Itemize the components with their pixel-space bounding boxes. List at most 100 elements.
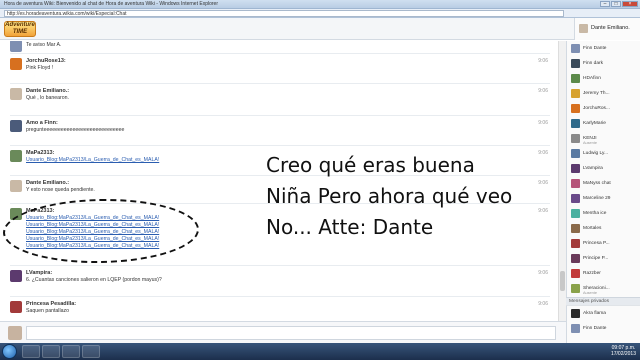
avatar — [571, 59, 580, 68]
private-user-item[interactable]: Akra flama — [571, 309, 639, 319]
avatar — [571, 74, 580, 83]
private-user-list: Akra flama Finn Dante — [566, 305, 640, 343]
user-list-item[interactable]: KarlyMarie — [571, 119, 639, 129]
avatar[interactable] — [10, 41, 22, 52]
clock-date: 17/02/2013 — [610, 351, 636, 357]
avatar — [571, 119, 580, 128]
private-user-item[interactable]: Finn Dante — [571, 324, 639, 334]
avatar[interactable] — [10, 270, 22, 282]
message-text: pregunteeeeeeeeeeeeeeeeeeeeeeeeeeee — [26, 127, 125, 133]
user-list-item[interactable]: Jeremy Th... — [571, 89, 639, 99]
url-field[interactable]: http://es.horadeaventura.wikia.com/wiki/… — [4, 10, 564, 17]
address-bar: http://es.horadeaventura.wikia.com/wiki/… — [0, 9, 640, 18]
message-author[interactable]: Dante Emiliano.: — [26, 180, 69, 186]
chat-message: Dante Emiliano.: 9:06 Qué , lo banearon. — [10, 83, 550, 102]
avatar[interactable] — [10, 120, 22, 132]
user-status: Ausente — [583, 291, 597, 295]
avatar — [579, 24, 588, 33]
user-name: Jeremy Th... — [583, 91, 610, 96]
message-link[interactable]: Usuario_Blog:MaPa2313/La_Guerra_de_Chat_… — [26, 215, 159, 221]
message-link[interactable]: Usuario_Blog:MaPa2313/La_Guerra_de_Chat_… — [26, 229, 159, 235]
user-status: Ausente — [583, 141, 597, 145]
user-name: JorchuRos... — [583, 106, 610, 111]
user-name: KarlyMarie — [583, 121, 606, 126]
message-author[interactable]: MaPa2313: — [26, 150, 54, 156]
media-player-icon[interactable] — [62, 345, 80, 358]
taskbar: 09:07 p.m. 17/02/2013 — [0, 343, 640, 360]
current-user-box[interactable]: Dante Emiliano. — [574, 18, 640, 40]
message-link[interactable]: Usuario_Blog:MaPa2313/La_Guerra_de_Chat_… — [26, 157, 159, 163]
user-list-item[interactable]: HDAfinn — [571, 74, 639, 84]
avatar — [571, 44, 580, 53]
message-timestamp: 9:06 — [538, 120, 548, 126]
folder-icon[interactable] — [42, 345, 60, 358]
caption-line: Creo qué eras buena — [266, 153, 475, 177]
avatar[interactable] — [10, 208, 22, 220]
avatar[interactable] — [10, 180, 22, 192]
window-titlebar: Hora de aventura Wiki: Bienvenido al cha… — [0, 0, 640, 9]
current-user-name: Dante Emiliano. — [591, 25, 630, 31]
user-name: Akra flama — [583, 311, 606, 316]
wiki-logo[interactable]: Adventure TIME — [4, 21, 36, 37]
browser-icon[interactable] — [82, 345, 100, 358]
user-name: Finn Dante — [583, 326, 607, 331]
caption-overlay: Creo qué eras buena Niña Pero ahora qué … — [266, 150, 596, 243]
chat-message: Amo a Finn: 9:06 pregunteeeeeeeeeeeeeeeeee… — [10, 115, 550, 134]
user-list-item[interactable]: Finn dark — [571, 59, 639, 69]
avatar — [571, 89, 580, 98]
private-messages-header: Mensajes privados — [566, 297, 640, 305]
system-clock[interactable]: 09:07 p.m. 17/02/2013 — [611, 345, 636, 357]
message-author[interactable]: MaPa2313: — [26, 208, 54, 214]
user-list-item[interactable]: Razzber — [571, 269, 639, 279]
avatar[interactable] — [10, 88, 22, 100]
user-list-item[interactable]: Finn Dante — [571, 44, 639, 54]
message-author[interactable]: Amo a Finn: — [26, 120, 58, 126]
user-name: Principe P... — [583, 256, 609, 261]
message-timestamp: 9:06 — [538, 270, 548, 276]
message-author[interactable]: Princesa Pesadilla: — [26, 301, 76, 307]
message-timestamp: 9:06 — [538, 58, 548, 64]
message-text: Pink Floyd ! — [26, 65, 54, 71]
user-list-item[interactable]: Principe P... — [571, 254, 639, 264]
message-author[interactable]: LVampira: — [26, 270, 52, 276]
message-link[interactable]: Usuario_Blog:MaPa2313/La_Guerra_de_Chat_… — [26, 243, 159, 249]
user-list-item[interactable]: Sheracioni... Ausente — [571, 284, 639, 295]
user-list-item[interactable]: JorchuRos... — [571, 104, 639, 114]
message-input[interactable] — [26, 326, 556, 340]
message-text: Y esto nose queda pendiente. — [26, 187, 95, 193]
caption-line: No... Atte: Dante — [266, 215, 434, 239]
avatar — [571, 309, 580, 318]
avatar — [571, 269, 580, 278]
chat-header: Adventure TIME Dante Emiliano. — [0, 18, 640, 40]
message-link[interactable]: Usuario_Blog:MaPa2313/La_Guerra_de_Chat_… — [26, 222, 159, 228]
message-text: Te aviso Mar A. — [26, 42, 62, 48]
message-timestamp: 9:06 — [538, 301, 548, 307]
avatar[interactable] — [10, 150, 22, 162]
user-name: Finn Dante — [583, 46, 607, 51]
start-button[interactable] — [2, 344, 17, 359]
message-input-bar — [0, 321, 566, 343]
message-timestamp: 9:06 — [538, 88, 548, 94]
avatar[interactable] — [10, 301, 22, 313]
window-title: Hora de aventura Wiki: Bienvenido al cha… — [4, 1, 218, 7]
avatar — [571, 324, 580, 333]
avatar[interactable] — [10, 58, 22, 70]
scrollbar-thumb[interactable] — [560, 271, 565, 291]
avatar — [571, 134, 580, 143]
message-text: Saquen pantallazo — [26, 308, 69, 314]
minimize-button[interactable]: – — [600, 1, 610, 7]
ie-icon[interactable] — [22, 345, 40, 358]
user-list-item[interactable]: KENJI Ausente — [571, 134, 639, 145]
maximize-button[interactable]: □ — [611, 1, 621, 7]
message-author[interactable]: JorchuRose13: — [26, 58, 66, 64]
window-controls: – □ × — [600, 1, 638, 7]
message-link[interactable]: Usuario_Blog:MaPa2313/La_Guerra_de_Chat_… — [26, 236, 159, 242]
message-author[interactable]: Dante Emiliano.: — [26, 88, 69, 94]
avatar — [571, 284, 580, 293]
caption-line: Niña Pero ahora qué veo — [266, 184, 513, 208]
chat-message: JorchuRose13: 9:06 Pink Floyd ! — [10, 53, 550, 72]
avatar — [8, 326, 22, 340]
user-name: Finn dark — [583, 61, 603, 66]
user-name: Razzber — [583, 271, 601, 276]
close-button[interactable]: × — [622, 1, 638, 7]
